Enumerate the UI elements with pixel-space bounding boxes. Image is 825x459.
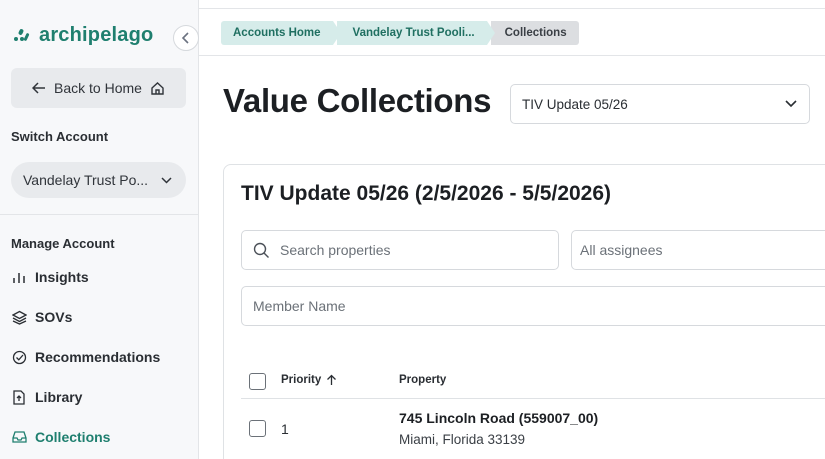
archipelago-logo-icon [13,27,31,45]
home-icon [151,81,164,95]
account-select[interactable]: Vandelay Trust Po... [11,162,186,198]
breadcrumb-account[interactable]: Vandelay Trust Pooli... [336,21,495,45]
search-properties-input[interactable]: Search properties [241,230,559,270]
priority-column-header[interactable]: Priority [281,374,337,386]
card-title: TIV Update 05/26 (2/5/2026 - 5/5/2026) [241,182,612,205]
sidebar-item-label: SOVs [35,309,73,325]
search-icon [253,242,269,258]
assignees-select[interactable]: All assignees [571,230,825,270]
sidebar-item-label: Recommendations [35,349,161,365]
select-all-checkbox[interactable] [249,373,266,390]
sort-ascending-icon [327,374,337,385]
breadcrumb: Accounts Home Vandelay Trust Pooli... Co… [221,21,583,45]
page-title: Value Collections [223,82,492,119]
breadcrumb-label: Collections [504,27,567,39]
collection-select[interactable]: TIV Update 05/26 [510,84,810,124]
collapse-sidebar-button[interactable] [173,25,199,51]
collection-select-value: TIV Update 05/26 [522,96,628,112]
search-placeholder: Search properties [280,242,391,258]
manage-account-label: Manage Account [11,236,115,251]
row-checkbox[interactable] [249,420,266,437]
sidebar-item-sovs[interactable]: SOVs [11,309,72,325]
breadcrumb-accounts-home[interactable]: Accounts Home [221,21,341,45]
priority-cell: 1 [281,421,289,437]
sidebar-item-label: Collections [35,429,111,445]
layers-icon [11,309,27,325]
sidebar-item-recommendations[interactable]: Recommendations [11,349,160,365]
back-to-home-button[interactable]: Back to Home [11,68,186,108]
chevron-left-icon [181,32,189,44]
breadcrumb-label: Vandelay Trust Pooli... [352,27,475,39]
breadcrumb-label: Accounts Home [233,27,321,39]
assignees-placeholder: All assignees [580,242,663,258]
priority-column-label: Priority [281,374,322,386]
sidebar-item-label: Insights [35,269,89,285]
file-upload-icon [11,389,27,405]
logo[interactable]: archipelago [13,24,153,47]
back-to-home-label: Back to Home [54,80,142,96]
sidebar-item-insights[interactable]: Insights [11,269,89,285]
property-column-header[interactable]: Property [399,374,446,386]
collection-card: TIV Update 05/26 (2/5/2026 - 5/5/2026) S… [223,164,825,459]
bar-chart-icon [11,269,27,285]
account-select-value: Vandelay Trust Po... [23,172,149,188]
sidebar: archipelago Back to Home Switch Account … [0,0,199,459]
check-circle-icon [11,349,27,365]
member-name-input[interactable]: Member Name [241,286,825,326]
logo-text: archipelago [39,24,154,46]
property-name-link[interactable]: 745 Lincoln Road (559007_00) [399,410,598,426]
chevron-down-icon [785,100,797,108]
sidebar-divider [0,214,198,215]
sidebar-item-library[interactable]: Library [11,389,82,405]
sidebar-item-collections[interactable]: Collections [11,429,110,445]
switch-account-label: Switch Account [11,129,109,144]
chevron-down-icon [161,176,172,184]
sidebar-item-label: Library [35,389,83,405]
table-header: Priority Property [241,362,825,399]
table-row[interactable]: 1 745 Lincoln Road (559007_00) Miami, Fl… [241,400,825,459]
member-name-placeholder: Member Name [253,298,346,314]
top-bar: Accounts Home Vandelay Trust Pooli... Co… [199,8,825,56]
property-address: Miami, Florida 33139 [399,432,526,447]
breadcrumb-collections: Collections [490,21,579,45]
arrow-left-icon [32,82,46,94]
inbox-icon [11,429,27,445]
